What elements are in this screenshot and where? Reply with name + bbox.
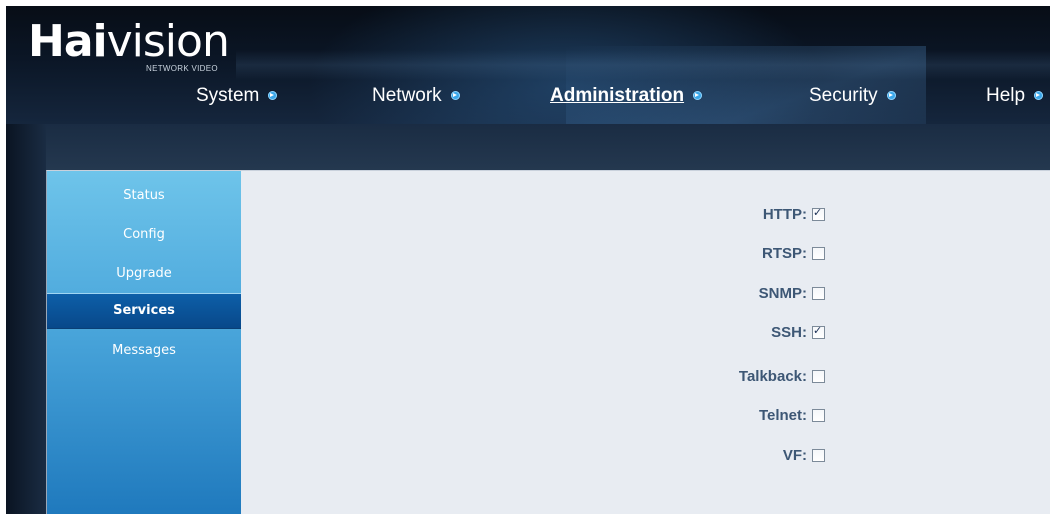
nav-label: System <box>196 85 260 106</box>
nav-system[interactable]: System <box>196 85 278 107</box>
content-panel: Status Config Upgrade Services Messages … <box>46 170 1050 514</box>
nav-label: Network <box>372 85 442 106</box>
nav-administration[interactable]: Administration <box>550 85 703 107</box>
service-label: RTSP: <box>762 245 807 262</box>
subnav-band <box>6 124 1050 170</box>
service-label: SNMP: <box>758 285 807 302</box>
logo-tagline: NETWORK VIDEO <box>146 64 218 73</box>
service-label: SSH: <box>771 324 807 341</box>
sidebar-item-services[interactable]: Services <box>47 293 241 329</box>
arrow-circle-icon <box>268 91 278 100</box>
rtsp-checkbox[interactable] <box>812 247 825 260</box>
arrow-circle-icon <box>886 91 896 100</box>
service-row-http: HTTP: <box>587 206 887 226</box>
talkback-checkbox[interactable] <box>812 370 825 383</box>
haivision-logo: Haivision <box>28 20 230 64</box>
nav-security[interactable]: Security <box>809 85 896 107</box>
http-checkbox[interactable] <box>812 206 825 221</box>
sidebar-item-upgrade[interactable]: Upgrade <box>47 266 241 282</box>
sidebar-item-status[interactable]: Status <box>47 188 241 204</box>
service-row-telnet: Telnet: <box>587 407 887 427</box>
service-label: Telnet: <box>758 407 807 424</box>
header-streak <box>236 50 1050 80</box>
snmp-checkbox[interactable] <box>812 287 825 300</box>
sidebar: Status Config Upgrade Services Messages <box>47 171 241 514</box>
arrow-circle-icon <box>1034 91 1044 100</box>
nav-network[interactable]: Network <box>372 85 460 107</box>
logo-rest: vision <box>106 16 230 67</box>
arrow-circle-icon <box>450 91 460 100</box>
service-label: VF: <box>782 447 807 464</box>
service-label: Talkback: <box>738 368 807 385</box>
nav-label: Administration <box>550 85 685 106</box>
nav-help[interactable]: Help <box>986 85 1044 107</box>
service-row-ssh: SSH: <box>587 324 887 344</box>
service-label: HTTP: <box>762 206 807 223</box>
header: Haivision NETWORK VIDEO System Network A… <box>6 6 1050 124</box>
vf-checkbox[interactable] <box>812 449 825 462</box>
nav-label: Security <box>809 85 878 106</box>
telnet-checkbox[interactable] <box>812 409 825 422</box>
left-edge <box>6 124 46 514</box>
service-row-rtsp: RTSP: <box>587 245 887 265</box>
service-row-vf: VF: <box>587 447 887 467</box>
app-window: Haivision NETWORK VIDEO System Network A… <box>6 6 1050 514</box>
ssh-checkbox[interactable] <box>812 324 825 339</box>
logo-bold: Hai <box>28 16 108 67</box>
nav-label: Help <box>986 85 1026 106</box>
arrow-circle-icon <box>693 91 703 100</box>
sidebar-item-messages[interactable]: Messages <box>47 343 241 359</box>
sidebar-item-config[interactable]: Config <box>47 227 241 243</box>
service-row-snmp: SNMP: <box>587 285 887 305</box>
service-row-talkback: Talkback: <box>587 368 887 388</box>
